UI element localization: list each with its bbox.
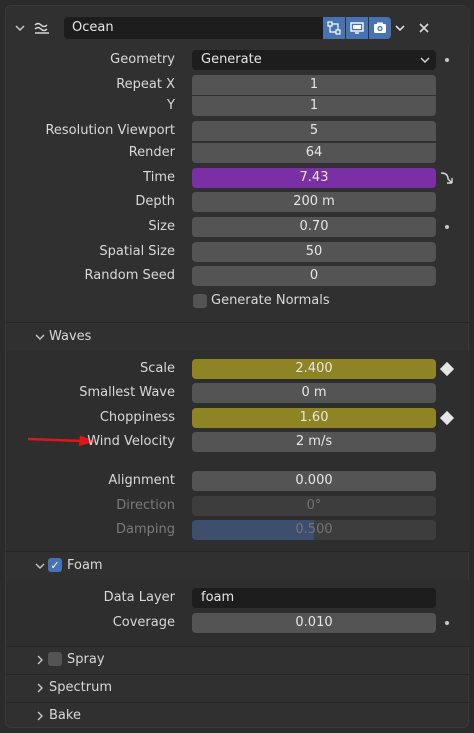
divider [6, 322, 470, 323]
repeat-x-field[interactable]: 1 [192, 75, 436, 95]
random-seed-field[interactable]: 0 [192, 266, 436, 286]
realtime-display-icon[interactable] [346, 17, 368, 39]
size-keyframe-dot-icon[interactable] [445, 225, 449, 229]
generate-normals-checkbox[interactable] [193, 294, 207, 308]
generate-normals-label: Generate Normals [211, 293, 330, 308]
geometry-label: Geometry [110, 52, 175, 67]
spectrum-panel-header[interactable]: Spectrum [6, 675, 470, 701]
modifier-header: Ocean [6, 6, 470, 46]
spray-enable-checkbox[interactable] [48, 652, 62, 666]
waves-panel-header[interactable]: Waves [6, 324, 470, 350]
ocean-wave-icon [32, 18, 52, 38]
render-resolution-label: Render [128, 145, 175, 160]
collapse-chevron-icon[interactable] [12, 20, 28, 36]
random-seed-label: Random Seed [84, 268, 175, 283]
extra-options-chevron-icon[interactable] [392, 20, 408, 36]
damping-label: Damping [116, 522, 175, 537]
depth-field[interactable]: 200 m [192, 192, 436, 212]
coverage-field[interactable]: 0.010 [192, 613, 436, 633]
divider [6, 551, 470, 552]
smallest-wave-label: Smallest Wave [79, 385, 175, 400]
render-resolution-field[interactable]: 64 [192, 143, 436, 163]
data-layer-field[interactable]: foam [192, 588, 436, 608]
choppiness-label: Choppiness [99, 410, 175, 425]
alignment-field[interactable]: 0.000 [192, 471, 436, 491]
spatial-size-label: Spatial Size [99, 244, 175, 259]
geometry-dropdown[interactable]: Generate [192, 50, 436, 70]
direction-label: Direction [116, 498, 175, 513]
repeat-y-label: Y [167, 98, 175, 113]
spectrum-title: Spectrum [49, 680, 112, 695]
bake-title: Bake [49, 708, 81, 723]
damping-field: 0.500 [192, 520, 436, 540]
repeat-x-label: Repeat X [116, 77, 175, 92]
coverage-keyframe-dot-icon[interactable] [445, 621, 449, 625]
size-label: Size [148, 219, 175, 234]
edit-mode-icon[interactable] [323, 17, 345, 39]
data-layer-label: Data Layer [103, 590, 175, 605]
depth-label: Depth [135, 194, 175, 209]
alignment-label: Alignment [108, 473, 175, 488]
chevron-right-icon [32, 680, 48, 696]
resolution-viewport-label: Resolution Viewport [45, 123, 175, 138]
chevron-down-icon [420, 50, 430, 77]
smallest-wave-field[interactable]: 0 m [192, 383, 436, 403]
modifier-panel: Ocean Geometry Generate Repeat X 1 Y 1 R… [5, 5, 470, 729]
spatial-size-field[interactable]: 50 [192, 242, 436, 262]
bake-panel-header[interactable]: Bake [6, 703, 470, 729]
waves-expand-chevron-icon [32, 329, 48, 345]
resolution-viewport-field[interactable]: 5 [192, 121, 436, 141]
geometry-value: Generate [201, 52, 262, 67]
render-camera-icon[interactable] [369, 17, 391, 39]
wind-velocity-field[interactable]: 2 m/s [192, 432, 436, 452]
chevron-right-icon [32, 708, 48, 724]
choppiness-field[interactable]: 1.60 [192, 408, 436, 428]
close-icon[interactable] [416, 20, 432, 36]
time-field[interactable]: 7.43 [192, 168, 436, 188]
spray-title: Spray [67, 652, 105, 667]
chevron-right-icon [32, 652, 48, 668]
wind-velocity-label: Wind Velocity [87, 434, 175, 449]
foam-title: Foam [67, 558, 103, 573]
waves-title: Waves [49, 329, 92, 344]
time-label: Time [143, 170, 175, 185]
size-field[interactable]: 0.70 [192, 217, 436, 237]
driver-arrow-icon[interactable] [438, 169, 456, 187]
repeat-y-field[interactable]: 1 [192, 96, 436, 116]
coverage-label: Coverage [112, 615, 175, 630]
animate-property-dot-icon[interactable] [445, 58, 449, 62]
scale-label: Scale [140, 361, 175, 376]
foam-expand-chevron-icon [32, 558, 48, 574]
modifier-name-field[interactable]: Ocean [64, 17, 326, 39]
foam-panel-header[interactable]: ✓ Foam [6, 553, 470, 579]
scale-field[interactable]: 2.400 [192, 359, 436, 379]
direction-field: 0° [192, 496, 436, 516]
spray-panel-header[interactable]: Spray [6, 647, 470, 673]
foam-enable-checkbox[interactable]: ✓ [48, 558, 62, 572]
